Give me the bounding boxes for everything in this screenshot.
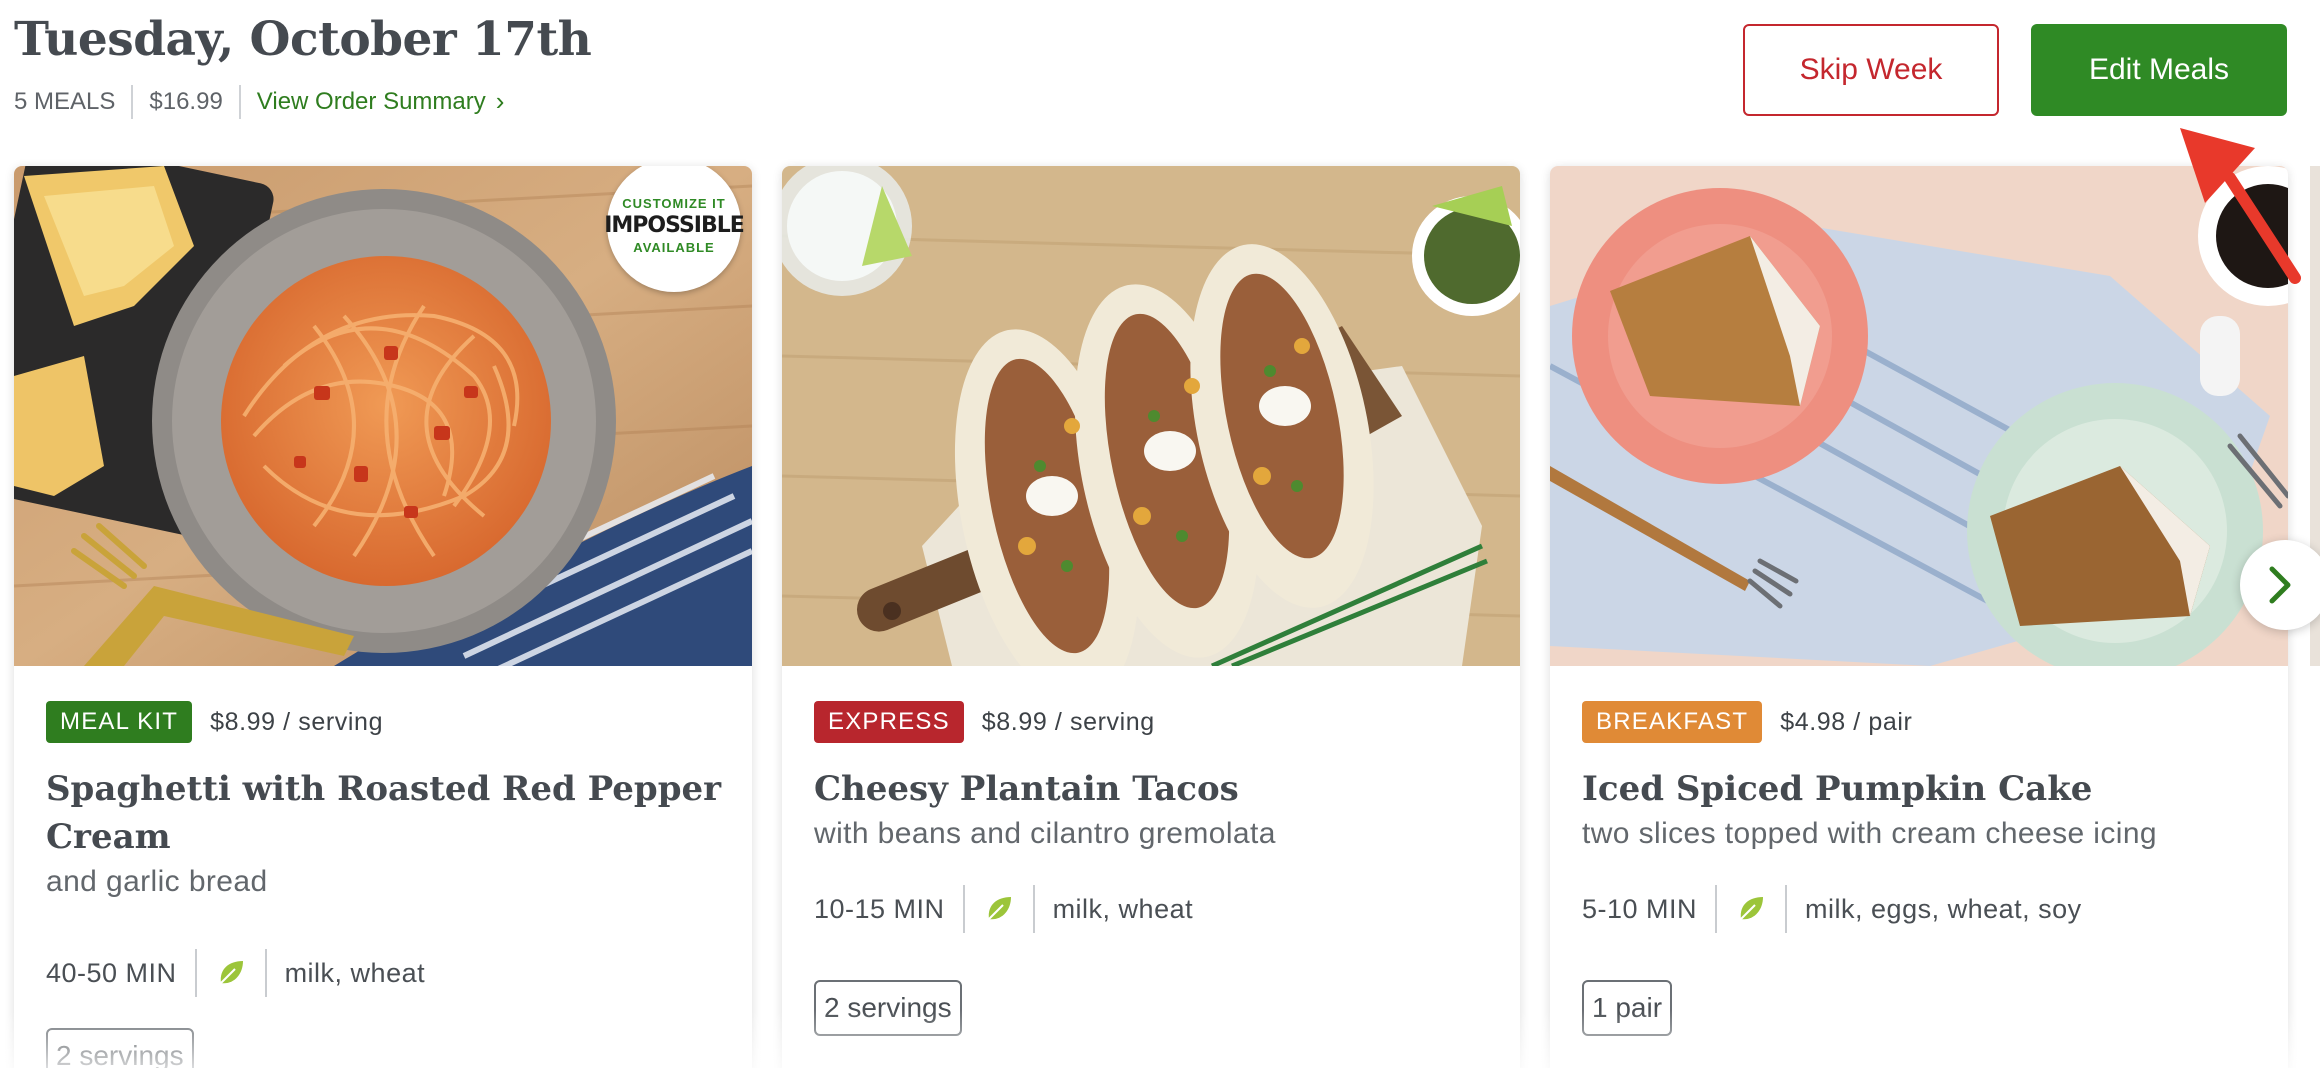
servings-selector[interactable]: 2 servings: [46, 1028, 194, 1068]
edit-meals-button[interactable]: Edit Meals: [2031, 24, 2287, 116]
chevron-right-icon: ›: [495, 85, 505, 116]
allergens: milk, wheat: [284, 957, 426, 988]
page-title: Tuesday, October 17th: [14, 12, 592, 67]
badge-text-bottom: AVAILABLE: [633, 239, 715, 255]
meal-price: $8.99 / serving: [210, 707, 384, 736]
meal-price: $8.99 / serving: [981, 707, 1155, 736]
breakfast-tag: BREAKFAST: [1582, 701, 1763, 743]
servings-selector[interactable]: 1 pair: [1582, 980, 1673, 1036]
skip-week-button[interactable]: Skip Week: [1743, 24, 1999, 116]
meal-photo-tacos: [782, 166, 1520, 666]
meal-photo-pumpkin-cake: [1550, 166, 2288, 666]
express-tag: EXPRESS: [814, 701, 964, 743]
meal-card-details: MEAL KIT $8.99 / serving Spaghetti with …: [46, 701, 728, 1068]
leaf-icon: [1740, 897, 1764, 920]
badge-text-top: CUSTOMIZE IT: [622, 195, 726, 211]
meal-card[interactable]: EXPRESS $8.99 / serving Cheesy Plantain …: [782, 166, 1520, 1068]
carousel-next-button[interactable]: [2240, 540, 2320, 630]
cook-time: 10-15 MIN: [814, 893, 945, 924]
meal-title[interactable]: Spaghetti with Roasted Red Pepper Cream: [46, 765, 728, 861]
cook-time: 5-10 MIN: [1582, 893, 1698, 924]
meal-meta: 10-15 MIN milk, wheat: [814, 884, 1496, 934]
servings-selector[interactable]: 2 servings: [814, 980, 962, 1036]
order-total: $16.99: [149, 88, 223, 115]
divider: [238, 85, 241, 119]
view-order-summary-link[interactable]: View Order Summary ›: [256, 85, 505, 117]
chevron-right-icon: [2269, 566, 2291, 604]
divider: [1785, 885, 1788, 933]
allergens: milk, eggs, wheat, soy: [1805, 893, 2082, 924]
divider: [264, 949, 267, 997]
divider: [1715, 885, 1718, 933]
meal-title[interactable]: Iced Spiced Pumpkin Cake: [1582, 765, 2264, 813]
divider: [1032, 885, 1035, 933]
order-summary-bar: 5 MEALS $16.99 View Order Summary ›: [14, 84, 504, 120]
allergens: milk, wheat: [1052, 893, 1194, 924]
meal-meta: 40-50 MIN milk, wheat: [46, 948, 728, 998]
meal-kit-tag: MEAL KIT: [46, 701, 193, 743]
divider: [131, 85, 134, 119]
meal-title[interactable]: Cheesy Plantain Tacos: [814, 765, 1496, 813]
meal-count: 5 MEALS: [14, 88, 116, 115]
meal-photo-spaghetti: CUSTOMIZE IT IMPOSSIBLE AVAILABLE: [14, 166, 752, 666]
meal-subtitle: two slices topped with cream cheese icin…: [1582, 817, 2158, 850]
divider: [194, 949, 197, 997]
badge-text-middle: IMPOSSIBLE: [604, 212, 745, 238]
meal-card[interactable]: CUSTOMIZE IT IMPOSSIBLE AVAILABLE MEAL K…: [14, 166, 752, 1068]
meal-subtitle: and garlic bread: [46, 865, 268, 898]
leaf-icon: [987, 897, 1011, 920]
divider: [962, 885, 965, 933]
view-order-summary-label: View Order Summary: [256, 88, 486, 115]
meal-price: $4.98 / pair: [1780, 707, 1913, 736]
leaf-icon: [219, 961, 243, 984]
meal-meta: 5-10 MIN milk, eggs, wheat, soy: [1582, 884, 2264, 934]
cook-time: 40-50 MIN: [46, 957, 177, 988]
meal-card-details: BREAKFAST $4.98 / pair Iced Spiced Pumpk…: [1582, 701, 2264, 1036]
meal-subtitle: with beans and cilantro gremolata: [814, 817, 1276, 850]
meal-card[interactable]: BREAKFAST $4.98 / pair Iced Spiced Pumpk…: [1550, 166, 2288, 1068]
meal-card-details: EXPRESS $8.99 / serving Cheesy Plantain …: [814, 701, 1496, 1036]
